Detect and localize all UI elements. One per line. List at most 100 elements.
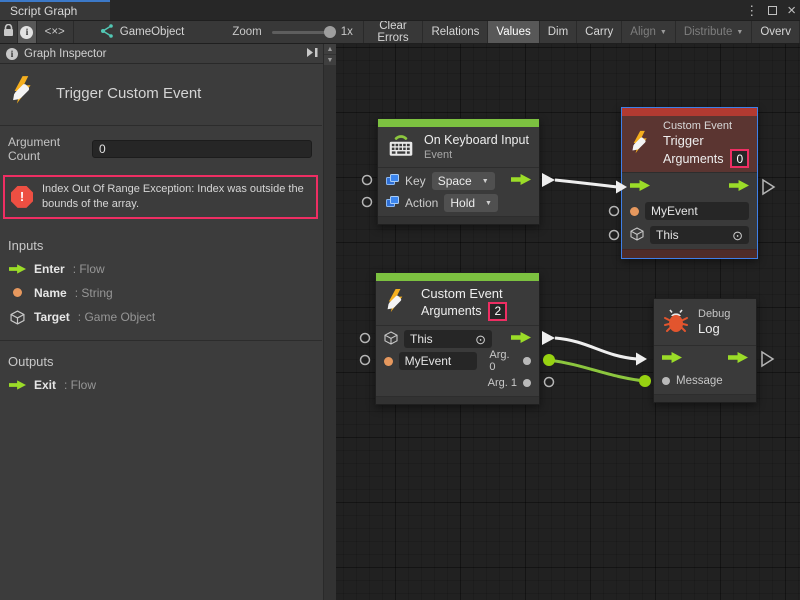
tab-bar: Script Graph ⋮ ×	[0, 0, 800, 20]
chevron-down-icon: ▼	[660, 29, 667, 36]
inspector-scrollbar[interactable]: ▲ ▼	[323, 44, 336, 600]
carry-button[interactable]: Carry	[577, 21, 622, 43]
flow-output-arrow-icon[interactable]	[729, 180, 749, 194]
menu-icon[interactable]: ⋮	[745, 4, 758, 17]
graph-canvas[interactable]: On Keyboard Input Event Key Space ▼	[336, 44, 800, 600]
unit-title: Trigger Custom Event	[56, 85, 201, 102]
message-port[interactable]	[662, 377, 670, 385]
node-title: On Keyboard Input	[424, 133, 529, 147]
wire-start-triangle[interactable]	[542, 173, 555, 187]
close-icon[interactable]: ×	[787, 3, 796, 18]
gameobject-cube-icon[interactable]	[630, 227, 644, 244]
enum-icon	[386, 174, 399, 188]
action-dropdown[interactable]: Hold ▼	[444, 194, 498, 212]
flow-arrow-icon	[8, 264, 26, 274]
key-dropdown[interactable]: Space ▼	[432, 172, 495, 190]
flow-wire[interactable]	[555, 338, 637, 359]
wire-start-triangle[interactable]	[542, 331, 555, 345]
code-view-button[interactable]: <×>	[37, 21, 74, 43]
relations-button[interactable]: Relations	[423, 21, 488, 43]
inspector-header-title: Graph Inspector	[24, 48, 106, 60]
port-row-target: Target : Game Object	[0, 305, 322, 330]
target-picker-icon[interactable]: ⊙	[475, 333, 486, 346]
port-row-exit: Exit : Flow	[0, 373, 322, 397]
input-port[interactable]	[363, 176, 372, 185]
info-icon: i	[20, 26, 33, 39]
argument-count-row: Argument Count 0	[0, 126, 322, 172]
inputs-section-label: Inputs	[0, 225, 322, 257]
node-trigger-custom-event[interactable]: Custom Event Trigger Arguments 0	[621, 107, 758, 259]
flow-output-arrow-icon[interactable]	[728, 352, 748, 366]
tab-script-graph[interactable]: Script Graph	[0, 0, 110, 20]
target-field[interactable]: This ⊙	[650, 226, 749, 244]
node-kind: Debug	[698, 308, 730, 320]
node-debug-log[interactable]: Debug Log	[653, 298, 757, 403]
clear-errors-button[interactable]: Clear Errors	[364, 21, 424, 43]
event-name-field[interactable]: MyEvent	[399, 352, 478, 370]
value-wire-start-dot[interactable]	[543, 354, 555, 366]
input-port[interactable]	[610, 207, 619, 216]
arguments-value[interactable]: 2	[488, 302, 507, 321]
gameobject-chip[interactable]: GameObject	[100, 21, 185, 43]
flow-input-arrow-icon[interactable]	[662, 352, 682, 366]
arg0-port[interactable]	[523, 357, 531, 365]
unit-title-block: Trigger Custom Event	[0, 64, 322, 125]
value-wire-end-dot[interactable]	[639, 375, 651, 387]
node-colorbar	[376, 273, 539, 281]
string-dot-icon[interactable]	[630, 207, 639, 216]
input-port[interactable]	[361, 334, 370, 343]
input-port[interactable]	[610, 231, 619, 240]
argument-count-input[interactable]: 0	[92, 140, 312, 158]
custom-event-icon	[385, 288, 412, 318]
zoom-slider[interactable]	[272, 31, 333, 34]
target-field[interactable]: This ⊙	[404, 330, 492, 348]
arguments-value[interactable]: 0	[730, 149, 749, 168]
distribute-button[interactable]: Distribute▼	[676, 21, 753, 43]
error-icon: !	[11, 186, 33, 208]
zoom-value: 1x	[341, 26, 353, 38]
node-on-keyboard-input[interactable]: On Keyboard Input Event Key Space ▼	[377, 118, 540, 225]
event-name-field[interactable]: MyEvent	[645, 202, 749, 220]
custom-event-icon	[630, 130, 656, 159]
flow-wire[interactable]	[555, 180, 617, 187]
arg0-label: Arg. 0	[489, 349, 517, 373]
gameobject-cube-icon	[8, 310, 26, 325]
string-dot-icon[interactable]	[384, 357, 393, 366]
arg1-output-port[interactable]	[545, 378, 554, 387]
values-button[interactable]: Values	[488, 21, 539, 43]
dim-button[interactable]: Dim	[540, 21, 577, 43]
dock-right-icon[interactable]	[306, 47, 319, 61]
unity-visual-scripting-window: Script Graph ⋮ × i <×> GameObject Zoom	[0, 0, 800, 600]
flow-continuation-triangle[interactable]	[762, 352, 773, 366]
flow-continuation-triangle[interactable]	[763, 180, 774, 194]
align-button[interactable]: Align▼	[622, 21, 676, 43]
value-wire[interactable]	[549, 360, 645, 381]
error-text: Index Out Of Range Exception: Index was …	[42, 182, 310, 212]
node-footer	[378, 216, 539, 224]
flow-output-arrow-icon[interactable]	[511, 174, 531, 188]
chevron-down-icon: ▼	[485, 200, 492, 207]
flow-input-arrow-icon[interactable]	[630, 180, 650, 194]
inspector-toggle-button[interactable]: i	[18, 21, 36, 43]
node-title: Log	[698, 321, 730, 336]
action-label: Action	[405, 196, 438, 210]
node-colorbar	[378, 119, 539, 127]
flow-output-arrow-icon[interactable]	[511, 332, 531, 346]
node-footer	[376, 396, 539, 404]
node-custom-event[interactable]: Custom Event Arguments 2 This	[375, 272, 540, 405]
input-port[interactable]	[361, 356, 370, 365]
arg1-port[interactable]	[523, 379, 531, 387]
input-port[interactable]	[363, 198, 372, 207]
target-picker-icon[interactable]: ⊙	[732, 229, 743, 242]
zoom-slider-knob[interactable]	[324, 26, 336, 38]
overview-button[interactable]: Overv	[752, 21, 800, 43]
gameobject-cube-icon[interactable]	[384, 331, 398, 348]
graph-inspector-panel: i Graph Inspector ▲ ▼	[0, 44, 336, 600]
chevron-down-icon: ▼	[736, 29, 743, 36]
lock-button[interactable]	[0, 21, 18, 43]
custom-event-icon	[10, 75, 42, 112]
gameobject-label: GameObject	[120, 26, 185, 38]
scroll-up-icon[interactable]: ▲	[324, 44, 336, 55]
maximize-icon[interactable]	[768, 6, 777, 15]
scroll-down-icon[interactable]: ▼	[324, 55, 336, 66]
